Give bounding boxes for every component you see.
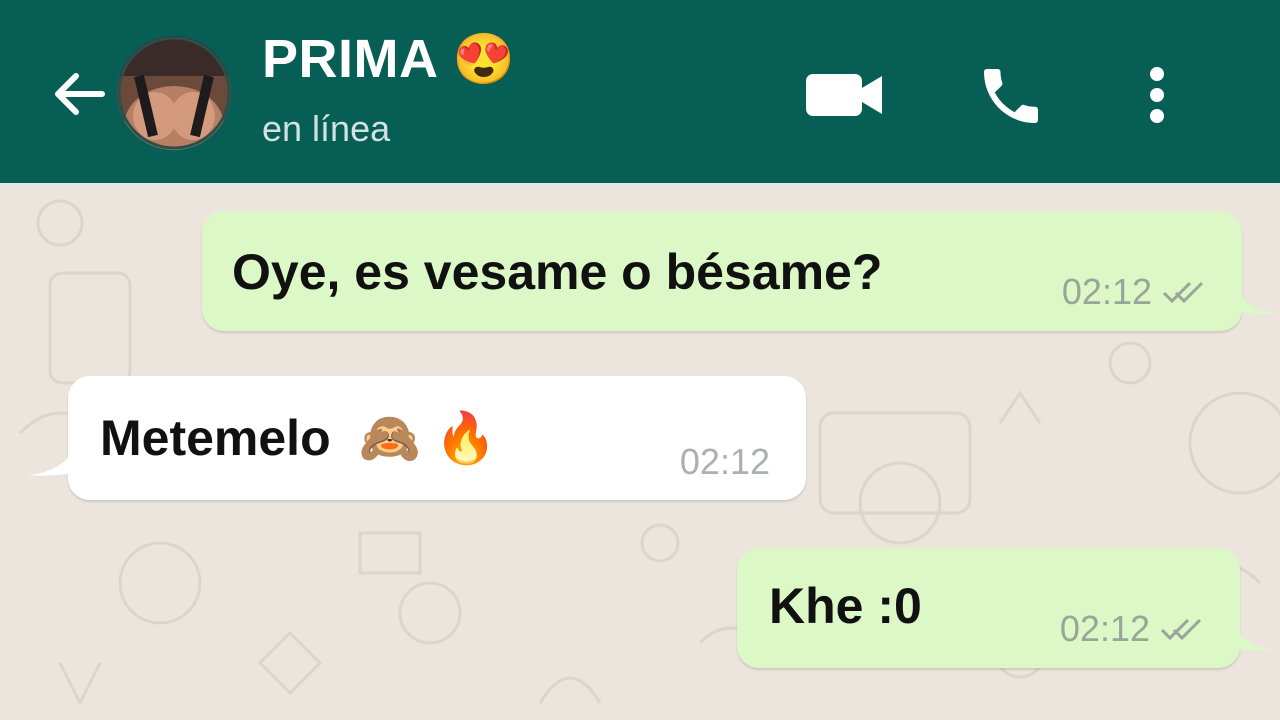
heart-eyes-emoji: 😍 [452,31,516,87]
bubble-tail [28,451,74,476]
video-call-icon[interactable] [806,70,882,120]
chat-header: PRIMA 😍 en línea [0,0,1280,183]
double-check-icon [1160,618,1202,641]
message-bubble-incoming[interactable]: Metemelo 🙈 🔥 02:12 [68,376,806,500]
emoji-see-no-evil-fire: 🙈 🔥 [358,410,497,466]
message-text: Oye, es vesame o bésame? [232,244,883,300]
contact-name[interactable]: PRIMA 😍 [262,26,515,92]
bubble-tail [1234,287,1278,314]
message-time: 02:12 [679,441,770,482]
avatar[interactable] [117,36,231,150]
online-status: en línea [262,108,391,149]
more-options-icon[interactable] [1144,66,1170,124]
message-bubble-outgoing[interactable]: Khe :0 02:12 [737,548,1240,668]
double-check-icon [1162,281,1204,304]
phone-call-icon[interactable] [975,60,1047,132]
message-time: 02:12 [1061,271,1152,312]
message-text: Metemelo 🙈 🔥 [100,410,497,466]
message-bubble-outgoing[interactable]: Oye, es vesame o bésame? 02:12 [202,211,1242,331]
message-time: 02:12 [1059,608,1150,649]
chat-area[interactable]: Oye, es vesame o bésame? 02:12 Metemelo … [0,183,1280,720]
back-arrow-icon[interactable] [50,70,106,118]
message-text: Khe :0 [769,578,922,634]
bubble-tail [1232,624,1278,651]
